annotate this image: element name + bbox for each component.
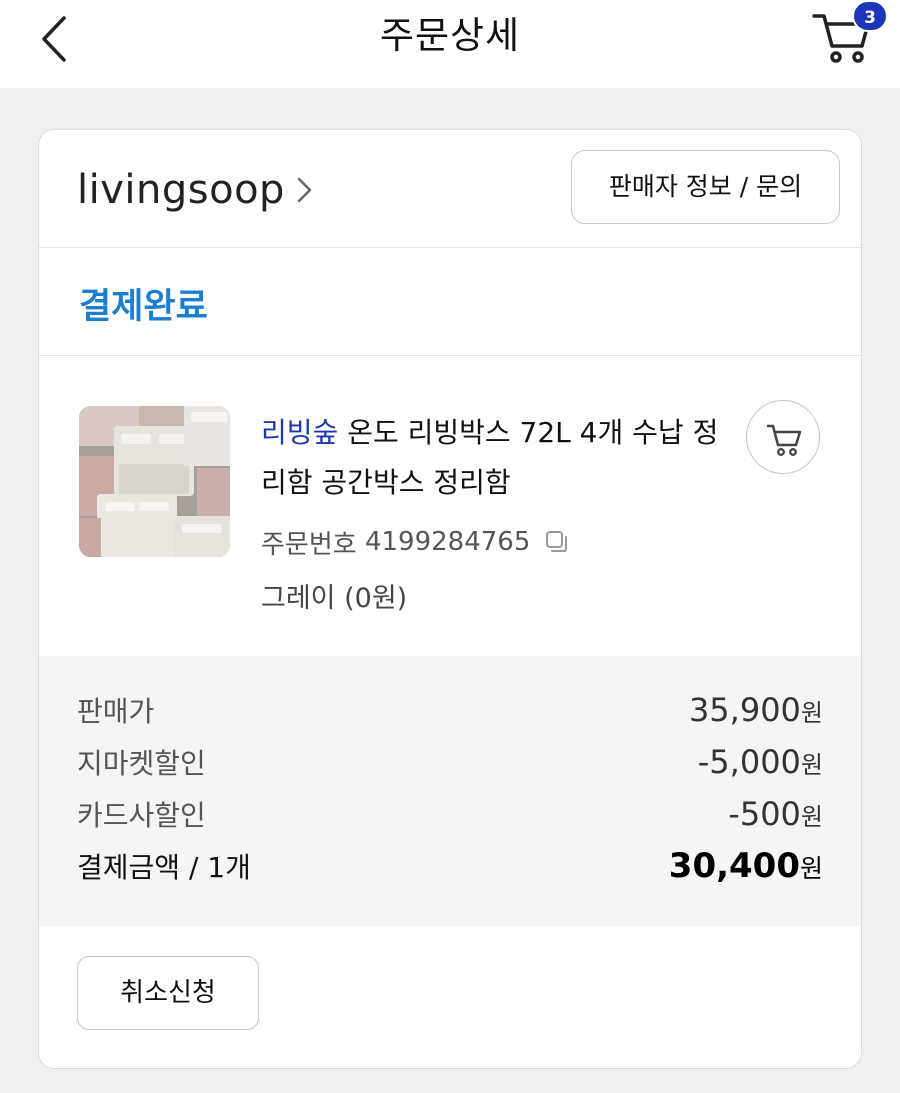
price-row-sale: 판매가 35,900원 — [77, 686, 823, 734]
order-number-label: 주문번호 — [261, 529, 357, 560]
product-brand[interactable]: 리빙숲 — [261, 416, 338, 449]
cart-count-badge: 3 — [852, 0, 888, 32]
page-title: 주문상세 — [379, 14, 521, 57]
price-unit: 원 — [799, 854, 823, 883]
price-unit: 원 — [800, 751, 823, 779]
price-label: 지마켓할인 — [77, 747, 206, 780]
seller-link[interactable]: livingsoop — [77, 160, 315, 220]
order-status-row: 결제완료 — [39, 248, 861, 356]
seller-info-button[interactable]: 판매자 정보 / 문의 — [571, 150, 840, 224]
price-unit: 원 — [800, 699, 823, 727]
price-value: 35,900원 — [689, 691, 823, 729]
chevron-right-icon — [297, 177, 312, 203]
storage-box-image — [79, 406, 230, 557]
price-row-card-discount: 카드사할인 -500원 — [77, 790, 823, 838]
seller-row: livingsoop 판매자 정보 / 문의 — [39, 130, 861, 248]
price-label: 카드사할인 — [77, 799, 206, 832]
price-row-gmarket-discount: 지마켓할인 -5,000원 — [77, 738, 823, 786]
price-label: 결제금액 / 1개 — [77, 851, 251, 884]
product-option: 그레이 (0원) — [261, 583, 408, 614]
price-label: 판매가 — [77, 695, 155, 728]
price-value: -500원 — [728, 795, 823, 833]
price-value: 30,400원 — [669, 846, 823, 886]
order-card: livingsoop 판매자 정보 / 문의 결제완료 리빙숲 온도 리빙박스 … — [38, 129, 862, 1069]
add-to-cart-button[interactable] — [746, 400, 820, 474]
product-name[interactable]: 리빙숲 온도 리빙박스 72L 4개 수납 정리함 공간박스 정리함 — [261, 408, 731, 508]
order-number-row: 주문번호 4199284765 — [261, 522, 570, 562]
copy-icon[interactable] — [544, 529, 570, 555]
price-amount: 35,900 — [688, 691, 801, 729]
order-status: 결제완료 — [79, 287, 208, 327]
price-amount: -5,000 — [697, 743, 801, 781]
price-row-total: 결제금액 / 1개 30,400원 — [77, 842, 823, 890]
price-amount: -500 — [728, 795, 801, 833]
price-value: -5,000원 — [698, 743, 823, 781]
product-thumbnail[interactable] — [79, 406, 230, 557]
price-unit: 원 — [800, 803, 823, 831]
order-number: 4199284765 — [364, 527, 531, 557]
seller-name: livingsoop — [77, 167, 285, 213]
price-summary: 판매가 35,900원 지마켓할인 -5,000원 카드사할인 -500원 결제… — [39, 656, 861, 926]
product-row: 리빙숲 온도 리빙박스 72L 4개 수납 정리함 공간박스 정리함 주문번호 … — [39, 356, 861, 656]
cart-icon — [766, 424, 802, 456]
cancel-request-button[interactable]: 취소신청 — [77, 956, 259, 1030]
price-amount: 30,400 — [668, 846, 800, 886]
app-header: 주문상세 3 — [0, 0, 900, 88]
